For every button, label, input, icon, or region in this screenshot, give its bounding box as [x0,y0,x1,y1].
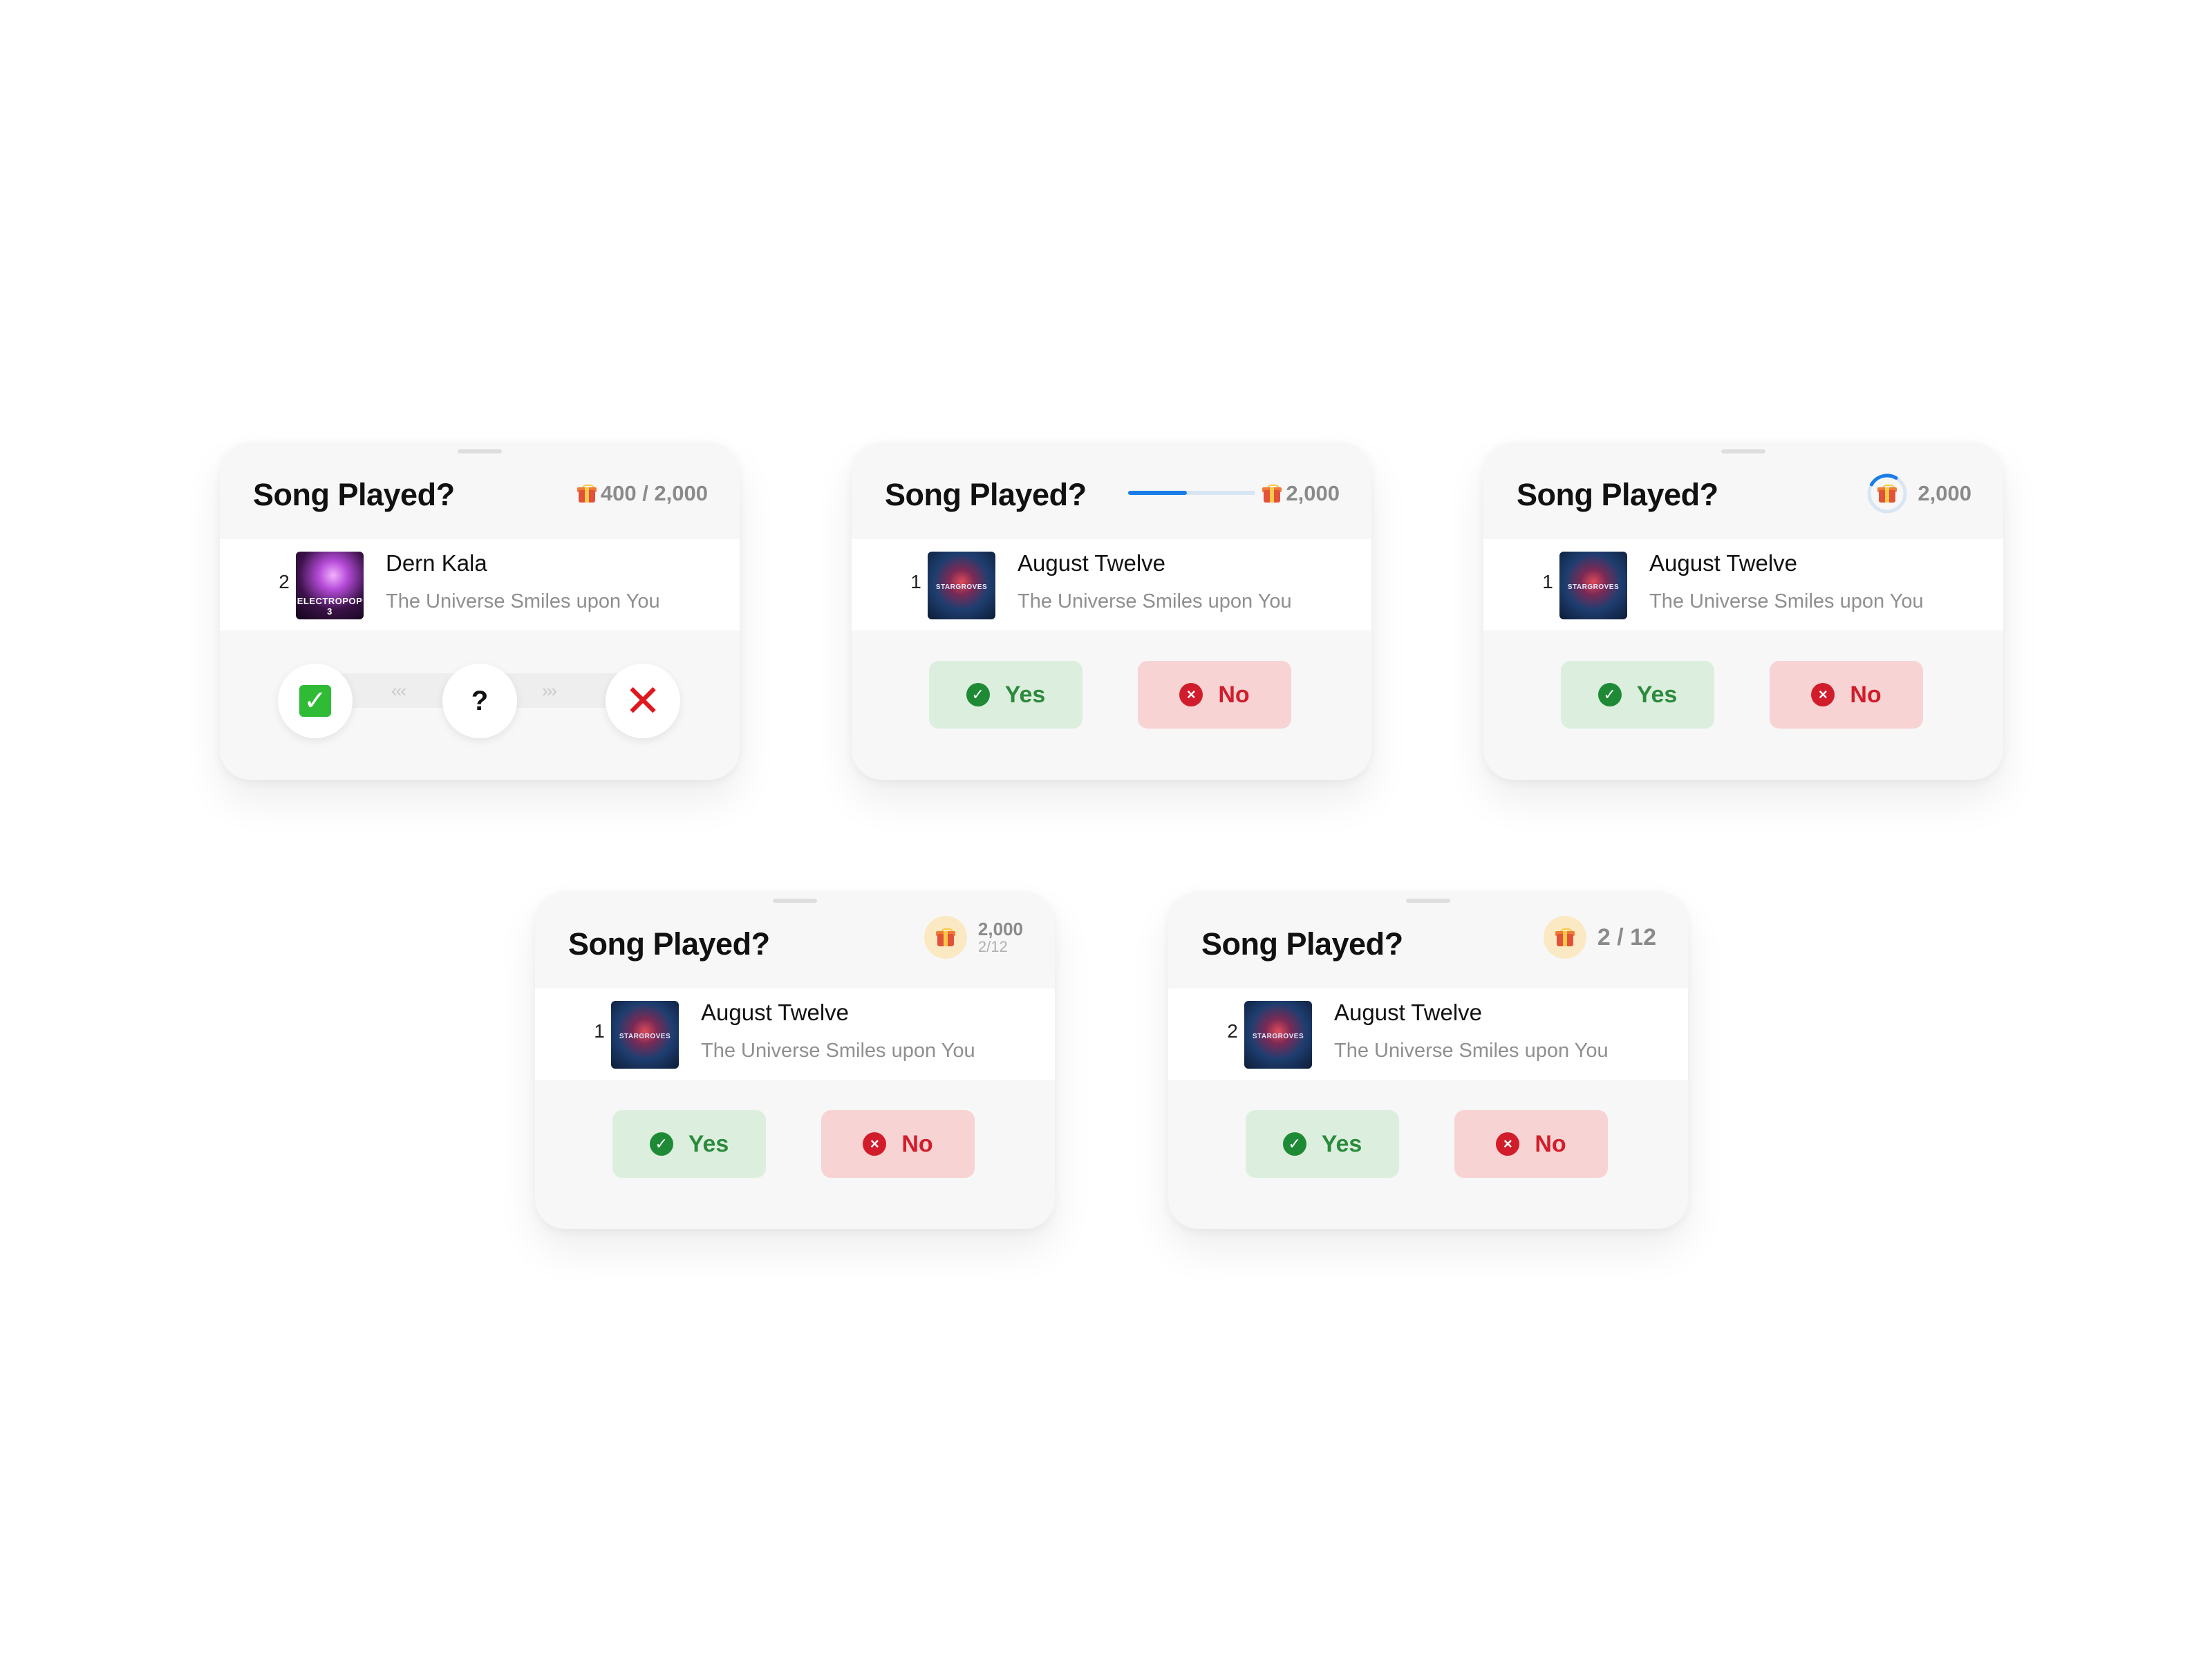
card-title: Song Played? [568,926,770,962]
card-header: Song Played? 2,000 [852,442,1371,539]
song-row: 1 STARGROVES August Twelve The Universe … [852,539,1371,630]
cover-caption: STARGROVES [935,583,988,591]
x-circle-icon: × [863,1132,887,1156]
artist-name: August Twelve [1649,550,1798,576]
reward-text: 2,000 [1286,481,1340,505]
no-button[interactable]: × No [821,1110,975,1178]
cover-caption: ELECTROPOP 3 [297,596,363,617]
album-cover: ELECTROPOP 3 [296,552,364,619]
reward-text: 2,000 [1918,481,1971,505]
song-number: 1 [1542,571,1553,592]
song-row: 2 STARGROVES August Twelve The Universe … [1168,988,1688,1080]
song-number: 2 [1227,1020,1238,1042]
reward-counter: 400 / 2,000 [577,480,708,507]
yes-label: Yes [1636,681,1678,708]
gift-icon [1262,485,1282,503]
reward-counter: 2 / 12 [1543,916,1656,959]
cover-caption: STARGROVES [1252,1033,1304,1040]
song-played-card-ring: Song Played? 2,000 1 STARGROVES August T… [1483,442,2003,780]
chevron-left-icon: ‹‹‹ [391,680,406,701]
song-played-card-count: Song Played? 2 / 12 2 STARGROVES August … [1168,892,1688,1229]
gift-icon [577,485,597,503]
yes-button[interactable]: ✓ Yes [1561,661,1714,729]
artist-name: Dern Kala [386,550,487,576]
song-played-card-two-line: Song Played? 2,000 2/12 1 STARGROVES Aug… [535,892,1055,1229]
card-title: Song Played? [1201,926,1403,962]
reward-stack: 2,000 2/12 [977,918,1023,956]
yes-label: Yes [1321,1130,1362,1157]
check-circle-icon: ✓ [966,683,990,706]
reward-counter: 2,000 2/12 [924,916,1023,959]
check-circle-icon: ✓ [649,1132,673,1156]
x-icon: ✕ [624,676,662,726]
card-header: Song Played? 2,000 [1483,442,2003,539]
check-icon: ✓ [299,685,331,717]
yes-button[interactable]: ✓ Yes [1246,1110,1399,1178]
album-cover: STARGROVES [1244,1001,1312,1069]
song-title: The Universe Smiles upon You [1334,1040,1609,1062]
chevron-right-icon: ››› [542,680,557,701]
reward-total: 2,000 [977,918,1023,939]
reward-progress-ring [1866,473,1908,514]
song-played-card-swipe: Song Played? 400 / 2,000 2 ELECTROPOP 3 … [220,442,740,780]
reward-count: 2/12 [977,938,1008,956]
gift-icon [1555,928,1575,946]
swipe-handle[interactable]: ? [442,664,517,738]
yes-button[interactable]: ✓ Yes [612,1110,766,1178]
song-title: The Universe Smiles upon You [386,590,660,612]
card-header: Song Played? 2 / 12 [1168,892,1688,988]
yes-label: Yes [688,1130,729,1157]
artist-name: August Twelve [701,1000,850,1025]
song-row: 1 STARGROVES August Twelve The Universe … [1483,539,2003,630]
x-circle-icon: × [1496,1132,1520,1156]
no-label: No [1218,681,1250,708]
check-circle-icon: ✓ [1282,1132,1306,1156]
album-cover: STARGROVES [611,1001,679,1069]
question-mark: ? [471,685,489,716]
no-button[interactable]: × No [1138,661,1291,729]
card-title: Song Played? [885,477,1087,512]
song-title: The Universe Smiles upon You [701,1040,975,1062]
album-cover: STARGROVES [928,552,995,619]
yes-swipe-target[interactable]: ✓ [278,664,353,738]
song-title: The Universe Smiles upon You [1649,590,1924,612]
gift-badge [924,916,967,959]
song-played-card-progress: Song Played? 2,000 1 STARGROVES August T… [852,442,1371,780]
artist-name: August Twelve [1018,550,1166,576]
card-title: Song Played? [253,477,455,512]
song-title: The Universe Smiles upon You [1018,590,1292,612]
song-number: 2 [279,571,290,592]
album-cover: STARGROVES [1559,552,1627,619]
no-swipe-target[interactable]: ✕ [606,664,680,738]
card-header: Song Played? 2,000 2/12 [535,892,1055,988]
gift-icon [1877,485,1897,503]
reward-text: 400 / 2,000 [600,481,708,505]
no-label: No [1850,681,1882,708]
no-button[interactable]: × No [1454,1110,1608,1178]
cover-caption: STARGROVES [1567,583,1620,591]
gift-icon [935,928,955,946]
no-label: No [901,1130,933,1157]
song-number: 1 [594,1020,605,1042]
artist-name: August Twelve [1334,1000,1483,1025]
reward-counter: 2,000 [1866,474,1971,514]
no-button[interactable]: × No [1770,661,1923,729]
song-number: 1 [910,571,921,592]
yes-button[interactable]: ✓ Yes [929,661,1082,729]
yes-label: Yes [1004,681,1046,708]
x-circle-icon: × [1179,683,1203,706]
cover-caption: STARGROVES [619,1033,671,1040]
reward-progress-fill [1128,491,1187,495]
reward-text: 2 / 12 [1597,924,1656,950]
song-row: 1 STARGROVES August Twelve The Universe … [535,988,1055,1080]
gift-badge [1543,916,1586,959]
card-title: Song Played? [1517,477,1718,512]
reward-progress-bar [1128,491,1255,495]
song-row: 2 ELECTROPOP 3 Dern Kala The Universe Sm… [220,539,740,630]
check-circle-icon: ✓ [1597,683,1622,706]
no-label: No [1535,1130,1566,1157]
card-header: Song Played? 400 / 2,000 [220,442,740,539]
reward-counter: 2,000 [1262,480,1340,507]
x-circle-icon: × [1811,683,1835,706]
